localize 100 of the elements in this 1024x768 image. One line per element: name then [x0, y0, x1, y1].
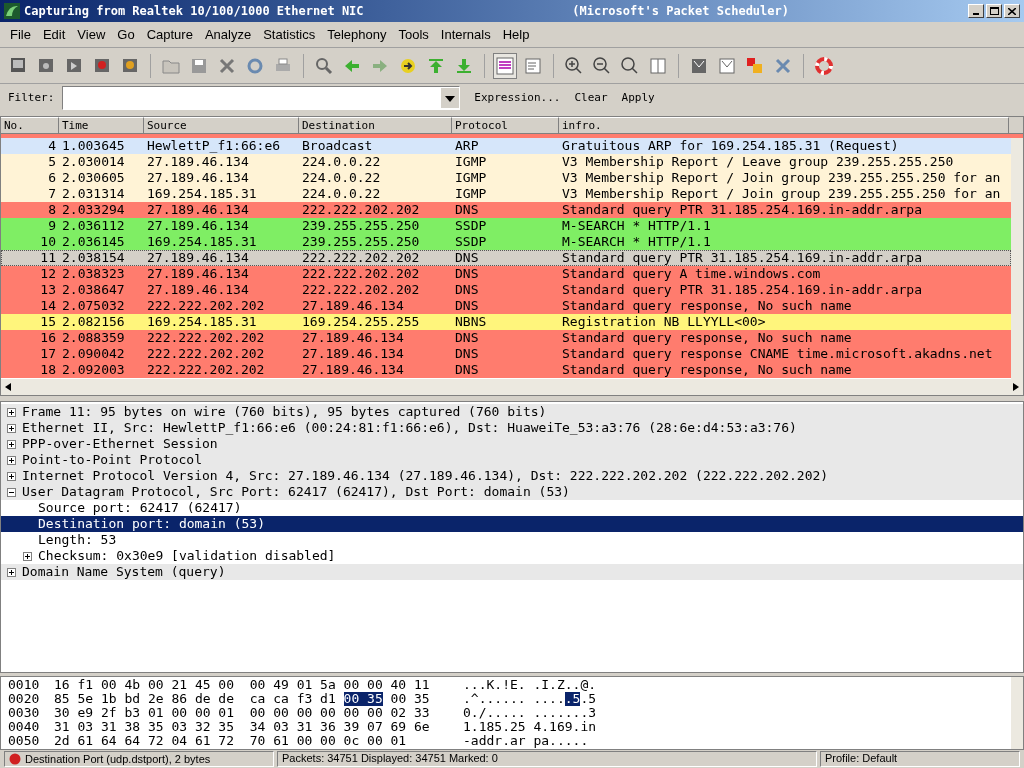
packet-row[interactable]: 13 2.038647 27.189.46.134 222.222.202.202 DNS Standard query PTR 31.185.254.169.in-addr.arpa: [1, 282, 1011, 298]
table-cell-text: 224.0.0.22: [301, 186, 382, 202]
colorize-icon[interactable]: [493, 52, 517, 79]
table-cell-text: Broadcast: [301, 138, 374, 154]
dropdown-icon[interactable]: [441, 88, 460, 108]
table-cell-text: 2.075032: [61, 298, 126, 314]
ascii-text[interactable]: .5: [564, 692, 581, 706]
tree-item[interactable]: Domain Name System (query): [22, 564, 226, 580]
expand-icon[interactable]: [7, 471, 16, 481]
table-cell-text: 222.222.202.202: [146, 298, 266, 314]
table-cell-text: 2.036112: [61, 218, 126, 234]
filter-field[interactable]: [62, 86, 461, 110]
scrollbar[interactable]: [1011, 138, 1023, 379]
packet-row[interactable]: 18 2.092003 222.222.202.202 27.189.46.134 DNS Standard query response, No such name: [1, 362, 1011, 378]
column-header[interactable]: Source: [144, 117, 299, 134]
right-arrow-icon[interactable]: [1013, 383, 1019, 391]
ascii-text[interactable]: -addr.ar pa.....: [463, 734, 589, 748]
error-icon[interactable]: [9, 753, 21, 765]
menu-item[interactable]: Help: [496, 24, 536, 45]
table-cell-text: Standard query response, No such name: [561, 362, 853, 378]
packet-row[interactable]: 6 2.030605 27.189.46.134 224.0.0.22 IGMP V3 Membership Report / Join group 239.255.255.250 for an: [1, 170, 1011, 186]
ascii-text[interactable]: .5: [580, 692, 597, 706]
minimize-button[interactable]: [968, 4, 984, 18]
menu-item[interactable]: Telephony: [321, 24, 393, 45]
tree-item[interactable]: Point-to-Point Protocol: [22, 452, 202, 468]
table-cell-text: IGMP: [454, 186, 488, 202]
hex-bytes[interactable]: 00 35: [343, 692, 383, 706]
hex-bytes[interactable]: 2d 61 64 64 72 04 61 72 70 61 00 00 0c 00 01: [54, 734, 407, 748]
table-cell-text: Standard query response, No such name: [561, 330, 853, 346]
table-cell-text: 15: [39, 314, 57, 330]
hex-bytes[interactable]: 16 f1 00 4b 00 21 45 00 00 49 01 5a 00 00 40 11: [54, 678, 430, 692]
expand-icon[interactable]: [7, 455, 16, 465]
menu-item[interactable]: Tools: [392, 24, 435, 45]
packet-row[interactable]: 14 2.075032 222.222.202.202 27.189.46.134 DNS Standard query response, No such name: [1, 298, 1011, 314]
table-cell-text: SSDP: [454, 218, 488, 234]
table-cell-text: 27.189.46.134: [146, 266, 250, 282]
tree-item[interactable]: Checksum: 0x30e9 [validation disabled]: [38, 548, 336, 564]
table-cell-text: HewlettP_f1:66:e6: [146, 138, 282, 154]
horizontal-scrollbar[interactable]: [1, 379, 1023, 395]
table-cell-text: DNS: [454, 346, 480, 362]
column-header[interactable]: Destination: [299, 117, 452, 134]
expand-icon[interactable]: [7, 423, 16, 433]
hex-bytes[interactable]: 31 03 31 38 35 03 32 35 34 03 31 36 39 07 69 6e: [54, 720, 430, 734]
table-cell-text: 2.038647: [61, 282, 126, 298]
scrollbar[interactable]: [1011, 677, 1023, 749]
close-icon[interactable]: [1008, 7, 1016, 15]
table-cell-text: 222.222.202.202: [301, 202, 421, 218]
menu-item[interactable]: Edit: [36, 24, 72, 45]
clear-button[interactable]: Clear: [568, 87, 614, 109]
apply-button[interactable]: Apply: [615, 87, 661, 109]
column-header[interactable]: Protocol: [452, 117, 559, 134]
table-cell-text: 17: [39, 346, 57, 362]
column-header[interactable]: Time: [59, 117, 144, 134]
menu-item[interactable]: Capture: [140, 24, 199, 45]
close-button[interactable]: [1004, 4, 1020, 18]
expression-button[interactable]: Expression...: [468, 87, 567, 109]
left-arrow-icon[interactable]: [5, 383, 11, 391]
packet-row[interactable]: 8 2.033294 27.189.46.134 222.222.202.202 DNS Standard query PTR 31.185.254.169.in-addr.arpa: [1, 202, 1011, 218]
packet-row[interactable]: 17 2.090042 222.222.202.202 27.189.46.134 DNS Standard query response CNAME time.microsoft.akadns.net: [1, 346, 1011, 362]
menu-item[interactable]: File: [4, 24, 37, 45]
expand-icon[interactable]: [7, 439, 16, 449]
table-cell-text: 8: [47, 202, 57, 218]
collapse-icon[interactable]: [7, 487, 16, 497]
packet-row[interactable]: 5 2.030014 27.189.46.134 224.0.0.22 IGMP V3 Membership Report / Leave group 239.255.255.250: [1, 154, 1011, 170]
column-header[interactable]: infro.: [559, 117, 1009, 134]
table-cell-text: V3 Membership Report / Join group 239.255.255.250 for an: [561, 170, 1002, 186]
packet-row[interactable]: 15 2.082156 169.254.185.31 169.254.255.255 NBNS Registration NB LLYYLL<00>: [1, 314, 1011, 330]
tree-item[interactable]: Length: 53: [38, 532, 117, 548]
menu-item[interactable]: Analyze: [198, 24, 258, 45]
table-cell-text: DNS: [454, 298, 480, 314]
expand-icon[interactable]: [7, 567, 16, 577]
ascii-text[interactable]: 0./..... .......3: [463, 706, 597, 720]
packet-row[interactable]: 11 2.038154 27.189.46.134 222.222.202.202 DNS Standard query PTR 31.185.254.169.in-addr.arpa: [1, 250, 1011, 266]
maximize-button[interactable]: [986, 4, 1002, 18]
table-cell-text: Standard query PTR 31.185.254.169.in-addr.arpa: [561, 202, 924, 218]
ascii-text[interactable]: ...K.!E. .I.Z..@.: [463, 678, 597, 692]
packet-row[interactable]: 4 1.003645 HewlettP_f1:66:e6 Broadcast ARP Gratuitous ARP for 169.254.185.31 (Request): [1, 138, 1011, 154]
hex-bytes[interactable]: 85 5e 1b bd 2e 86 de de ca ca f3 d1: [54, 692, 344, 706]
menu-item[interactable]: Go: [111, 24, 141, 45]
tree-item[interactable]: Source port: 62417 (62417): [38, 500, 242, 516]
hex-bytes[interactable]: 00 35: [382, 692, 430, 706]
expand-icon[interactable]: [23, 551, 32, 561]
table-cell-text: 169.254.185.31: [146, 314, 258, 330]
ascii-text[interactable]: .^...... ....: [463, 692, 565, 706]
ascii-text[interactable]: 1.185.25 4.169.in: [463, 720, 597, 734]
packet-row[interactable]: 7 2.031314 169.254.185.31 224.0.0.22 IGMP V3 Membership Report / Join group 239.255.255.250 for an: [1, 186, 1011, 202]
table-cell-text: Standard query A time.windows.com: [561, 266, 822, 282]
packet-row[interactable]: 16 2.088359 222.222.202.202 27.189.46.134 DNS Standard query response, No such name: [1, 330, 1011, 346]
menu-item[interactable]: Internals: [434, 24, 497, 45]
hex-bytes[interactable]: 30 e9 2f b3 01 00 00 01 00 00 00 00 00 00 02 33: [54, 706, 430, 720]
packet-row[interactable]: 9 2.036112 27.189.46.134 239.255.255.250 SSDP M-SEARCH * HTTP/1.1: [1, 218, 1011, 234]
packet-row[interactable]: 10 2.036145 169.254.185.31 239.255.255.250 SSDP M-SEARCH * HTTP/1.1: [1, 234, 1011, 250]
menu-item[interactable]: View: [71, 24, 112, 45]
menu-item[interactable]: Statistics: [257, 24, 322, 45]
packet-row[interactable]: 12 2.038323 27.189.46.134 222.222.202.202 DNS Standard query A time.windows.com: [1, 266, 1011, 282]
table-cell-text: 27.189.46.134: [146, 282, 250, 298]
expand-icon[interactable]: [7, 407, 16, 417]
table-cell-text: 27.189.46.134: [301, 346, 405, 362]
table-cell-text: DNS: [454, 202, 480, 218]
tree-item[interactable]: PPP-over-Ethernet Session: [22, 436, 218, 452]
